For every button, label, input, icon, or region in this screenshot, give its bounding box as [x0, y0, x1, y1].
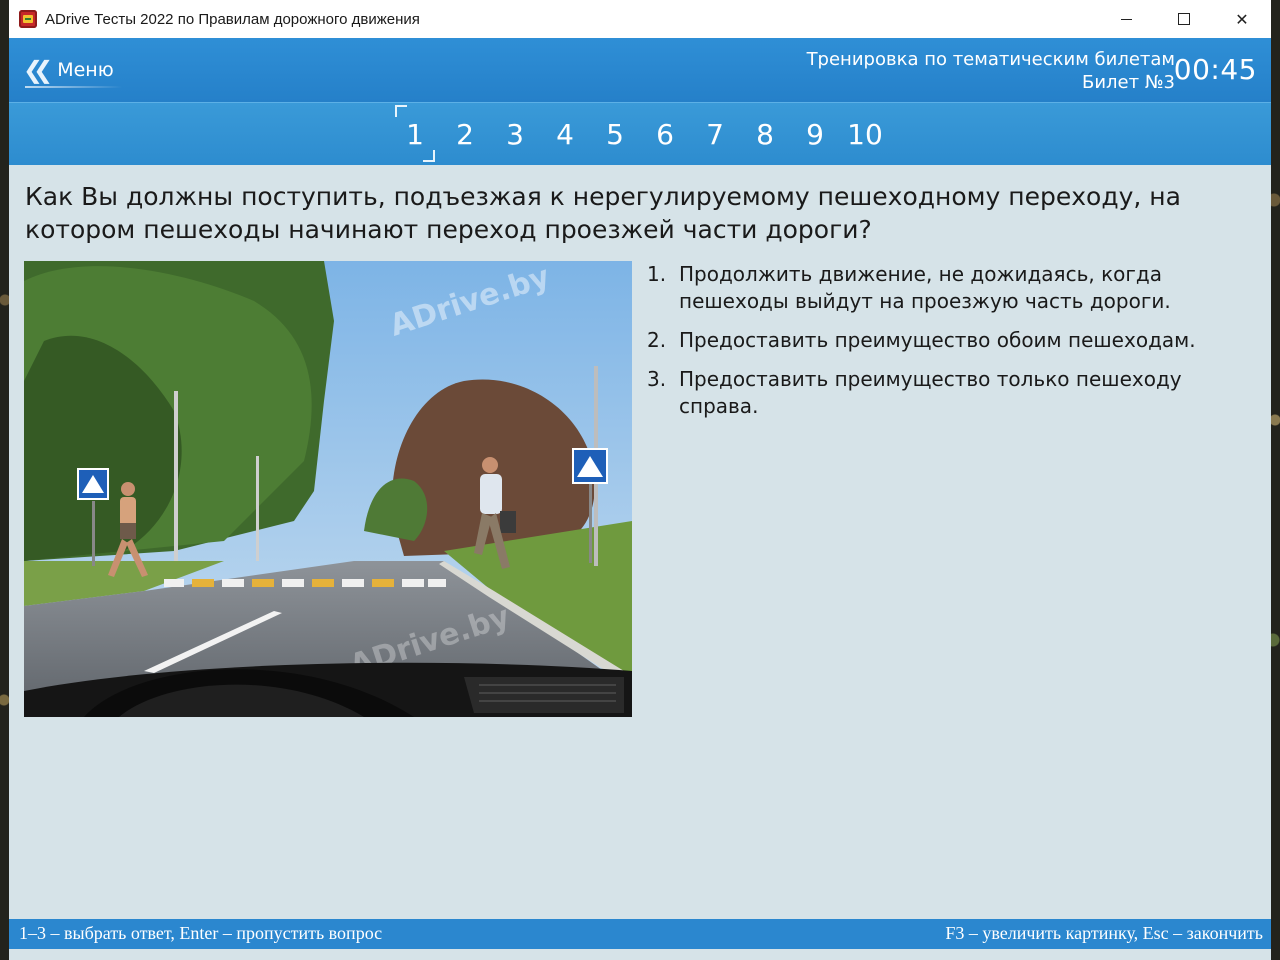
answer-text: Предоставить преимущество только пешеход…	[679, 367, 1182, 418]
ticket-title: Билет №3	[1081, 72, 1175, 93]
question-numbers: 1 2 3 4 5 6 7 8 9 10	[9, 103, 1271, 165]
question-image[interactable]: ADrive.by ADrive.by	[24, 261, 632, 717]
answer-list: 1. Продолжить движение, не дожидаясь, ког…	[647, 261, 1257, 432]
answer-option-3[interactable]: 3. Предоставить преимущество только пешех…	[647, 366, 1257, 420]
question-number-8[interactable]: 8	[740, 118, 790, 151]
header-bar: ❮❮ Меню Тренировка по тематическим билет…	[9, 38, 1271, 102]
question-number-7[interactable]: 7	[690, 118, 740, 151]
app-logo-icon	[19, 10, 37, 28]
question-number-9[interactable]: 9	[790, 118, 840, 151]
answer-number: 1.	[647, 262, 667, 286]
question-number-1[interactable]: 1	[390, 104, 440, 162]
question-number-4[interactable]: 4	[540, 118, 590, 151]
answer-option-1[interactable]: 1. Продолжить движение, не дожидаясь, ког…	[647, 261, 1257, 315]
minimize-button[interactable]	[1097, 0, 1155, 38]
menu-underline	[25, 86, 122, 88]
mode-title: Тренировка по тематическим билетам	[806, 49, 1175, 70]
minimize-icon	[1120, 18, 1132, 20]
menu-label: Меню	[57, 59, 114, 81]
answer-text: Продолжить движение, не дожидаясь, когда…	[679, 262, 1171, 313]
question-navigation: 1 2 3 4 5 6 7 8 9 10	[9, 102, 1271, 165]
maximize-button[interactable]	[1155, 0, 1213, 38]
keyboard-hint-right: F3 – увеличить картинку, Esc – закончить	[945, 923, 1263, 943]
app-window: ADrive Тесты 2022 по Правилам дорожного …	[9, 0, 1271, 960]
close-button[interactable]: ✕	[1213, 0, 1271, 38]
question-number-10[interactable]: 10	[840, 118, 890, 151]
question-number-6[interactable]: 6	[640, 118, 690, 151]
answer-number: 3.	[647, 367, 667, 391]
question-number-2[interactable]: 2	[440, 118, 490, 151]
keyboard-hint-left: 1–3 – выбрать ответ, Enter – пропустить …	[19, 923, 383, 943]
double-chevron-left-icon: ❮❮	[23, 56, 53, 84]
menu-button[interactable]: ❮❮ Меню	[23, 55, 122, 88]
window-controls: ✕	[1097, 0, 1271, 38]
answer-text: Предоставить преимущество обоим пешехода…	[679, 328, 1196, 352]
window-bottom-edge	[9, 949, 1271, 960]
window-title: ADrive Тесты 2022 по Правилам дорожного …	[45, 10, 420, 28]
close-icon: ✕	[1235, 9, 1249, 29]
answer-number: 2.	[647, 328, 667, 352]
maximize-icon	[1178, 13, 1190, 25]
answer-option-2[interactable]: 2. Предоставить преимущество обоим пешехо…	[647, 327, 1257, 354]
title-bar: ADrive Тесты 2022 по Правилам дорожного …	[9, 0, 1271, 38]
timer: 00:45	[1173, 53, 1257, 86]
session-info: Тренировка по тематическим билетам Билет…	[807, 48, 1175, 94]
question-number-5[interactable]: 5	[590, 118, 640, 151]
status-bar: 1–3 – выбрать ответ, Enter – пропустить …	[9, 919, 1271, 949]
question-number-3[interactable]: 3	[490, 118, 540, 151]
question-text: Как Вы должны поступить, подъезжая к нер…	[25, 182, 1181, 244]
